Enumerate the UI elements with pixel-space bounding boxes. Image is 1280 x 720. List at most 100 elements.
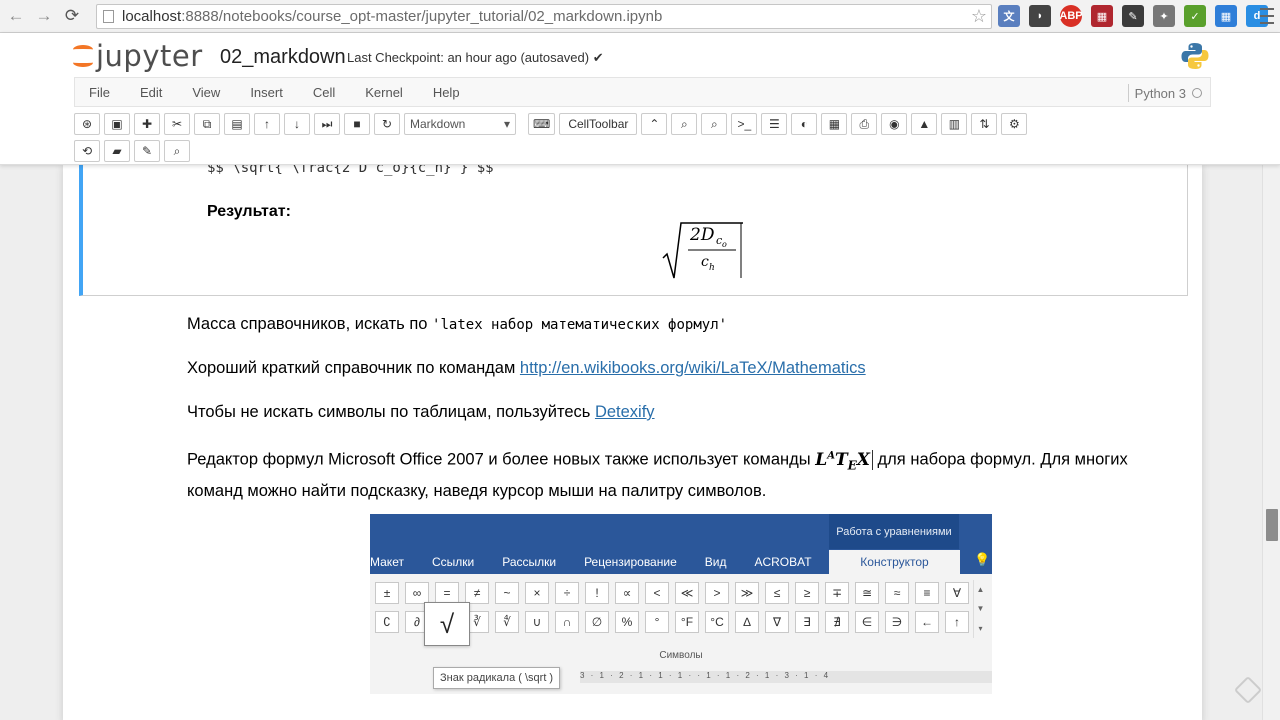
grid-extension-icon[interactable]: ▦	[1215, 5, 1237, 27]
symbol-cell: ≤	[765, 582, 789, 604]
symbol-cell: ∝	[615, 582, 639, 604]
move-up-button[interactable]: ↑	[254, 113, 280, 135]
copy-cell-button[interactable]: ⧉	[194, 113, 220, 135]
symbol-cell: ≠	[465, 582, 489, 604]
kernel-indicator: Python 3	[1127, 84, 1202, 102]
menu-view[interactable]: View	[192, 85, 220, 100]
run-cell-button[interactable]: ⏭	[314, 113, 340, 135]
menu-cell[interactable]: Cell	[313, 85, 335, 100]
zoom-in-icon[interactable]: ⌕	[671, 113, 698, 135]
toolkit-extension-icon[interactable]: ▦	[1091, 5, 1113, 27]
menu-bar: File Edit View Insert Cell Kernel Help P…	[74, 77, 1211, 107]
kernel-name: Python 3	[1134, 85, 1186, 101]
symbol-cell: ∓	[825, 582, 849, 604]
graduation-cap-icon[interactable]: ▲	[911, 113, 938, 135]
notebook-name[interactable]: 02_markdown	[220, 46, 346, 69]
sqrt-formula-render: 2D c o c h	[662, 222, 743, 279]
reload-icon[interactable]: ⟳	[60, 4, 84, 28]
symbol-cell: ∄	[825, 611, 849, 633]
svg-text:c: c	[701, 254, 709, 270]
selected-markdown-cell[interactable]: $$ \sqrt{ \frac{2 D c_o}{c_n} } $$ Резул…	[79, 165, 1188, 296]
eye-icon[interactable]: ◉	[881, 113, 908, 135]
symbol-cell: ↑	[945, 611, 969, 633]
jupyter-logo[interactable]: jupyter	[72, 39, 203, 73]
ribbon-tabs: Макет Ссылки Рассылки Рецензирование Вид…	[370, 550, 960, 574]
symbol-cell: ×	[525, 582, 549, 604]
calculator-icon[interactable]: ▦	[821, 113, 848, 135]
symbol-cell: ←	[915, 611, 939, 633]
adblock-extension-icon[interactable]: ABP	[1059, 5, 1083, 27]
zoom-out-icon[interactable]: ⌕	[701, 113, 728, 135]
symbol-cell: !	[585, 582, 609, 604]
menu-edit[interactable]: Edit	[140, 85, 162, 100]
menu-help[interactable]: Help	[433, 85, 460, 100]
symbol-cell: ±	[375, 582, 399, 604]
detexify-link[interactable]: Detexify	[595, 403, 655, 421]
chevron-down-icon: ▾	[503, 117, 510, 131]
menu-kernel[interactable]: Kernel	[365, 85, 403, 100]
sqrt-symbol-hover: √	[424, 602, 470, 646]
symbol-cell: °	[645, 611, 669, 633]
symbol-cell: ∅	[585, 611, 609, 633]
toggle-icon[interactable]: ◐	[791, 113, 818, 135]
cell-type-select[interactable]: Markdown ▾	[404, 113, 516, 135]
bookmark-star-icon[interactable]: ☆	[971, 6, 987, 27]
move-down-button[interactable]: ↓	[284, 113, 310, 135]
rss-extension-icon[interactable]: ✦	[1153, 5, 1175, 27]
paragraph-wikibooks: Хороший краткий справочник по командам h…	[187, 359, 866, 377]
menu-file[interactable]: File	[89, 85, 110, 100]
symbol-cell: °C	[705, 611, 729, 633]
checkpoint-status: Last Checkpoint: an hour ago (autosaved)…	[347, 50, 604, 65]
symbol-cell: ∈	[855, 611, 879, 633]
wikibooks-link[interactable]: http://en.wikibooks.org/wiki/LaTeX/Mathe…	[520, 359, 866, 377]
ribbon-tab: Ссылки	[431, 555, 475, 569]
green-extension-icon[interactable]: ✓	[1184, 5, 1206, 27]
print-icon[interactable]: ⎙	[851, 113, 878, 135]
symbol-cell: ~	[495, 582, 519, 604]
back-icon[interactable]: ←	[4, 4, 28, 28]
insert-cell-button[interactable]: ✚	[134, 113, 160, 135]
wrench-icon[interactable]: ✎	[134, 140, 160, 162]
pocket-extension-icon[interactable]: ◗	[1029, 5, 1051, 27]
terminal-icon[interactable]: >_	[731, 113, 758, 135]
notebook-site: $$ \sqrt{ \frac{2 D c_o}{c_n} } $$ Резул…	[0, 165, 1262, 720]
lightbulb-icon: 💡	[974, 552, 991, 567]
address-bar[interactable]: localhost:8888/notebooks/course_opt-mast…	[96, 4, 992, 29]
symbol-cell: ∀	[945, 582, 969, 604]
save-button[interactable]: ▣	[104, 113, 130, 135]
translate-extension-icon[interactable]: 文	[998, 5, 1020, 27]
cut-cell-button[interactable]: ✂	[164, 113, 190, 135]
notebook-container: $$ \sqrt{ \frac{2 D c_o}{c_n} } $$ Резул…	[63, 165, 1202, 720]
sort-icon[interactable]: ⇅	[971, 113, 998, 135]
page-scrollbar[interactable]	[1262, 165, 1280, 720]
chevron-up-icon[interactable]: ⌃	[641, 113, 668, 135]
cell-source-line: $$ \sqrt{ \frac{2 D c_o}{c_n} } $$	[207, 165, 494, 176]
symbol-cell: ∁	[375, 611, 399, 633]
celltoolbar-button[interactable]: CellToolbar	[559, 113, 638, 135]
symbol-cell: ∪	[525, 611, 549, 633]
menu-insert[interactable]: Insert	[250, 85, 283, 100]
command-palette-button[interactable]: ⊛	[74, 113, 100, 135]
chart-icon[interactable]: ▥	[941, 113, 968, 135]
settings-icon[interactable]: ⚙	[1001, 113, 1028, 135]
browser-menu-icon[interactable]	[1260, 8, 1274, 24]
evernote-extension-icon[interactable]: ✎	[1122, 5, 1144, 27]
svg-text:h: h	[709, 263, 715, 273]
scrollbar-thumb[interactable]	[1266, 509, 1278, 541]
symbol-cell: ≫	[735, 582, 759, 604]
symbol-cell: >	[705, 582, 729, 604]
ribbon-group-label: Символы	[659, 650, 703, 661]
keyboard-icon[interactable]: ⌨	[528, 113, 556, 135]
search-icon[interactable]: ⌕	[164, 140, 190, 162]
list-icon[interactable]: ☰	[761, 113, 788, 135]
symbol-cell: ∞	[405, 582, 429, 604]
forward-icon[interactable]: →	[32, 4, 56, 28]
symbol-cell: %	[615, 611, 639, 633]
restart-button[interactable]: ↻	[374, 113, 400, 135]
paste-cell-button[interactable]: ▤	[224, 113, 250, 135]
ruler: 3 · 1 · 2 · 1 · 1 · 1 · · 1 · 1 · 2 · 1 …	[580, 671, 992, 683]
book-icon[interactable]: ▰	[104, 140, 130, 162]
inline-code: 'latex набор математических формул'	[432, 317, 728, 333]
refresh-icon[interactable]: ⟲	[74, 140, 100, 162]
interrupt-button[interactable]: ■	[344, 113, 370, 135]
